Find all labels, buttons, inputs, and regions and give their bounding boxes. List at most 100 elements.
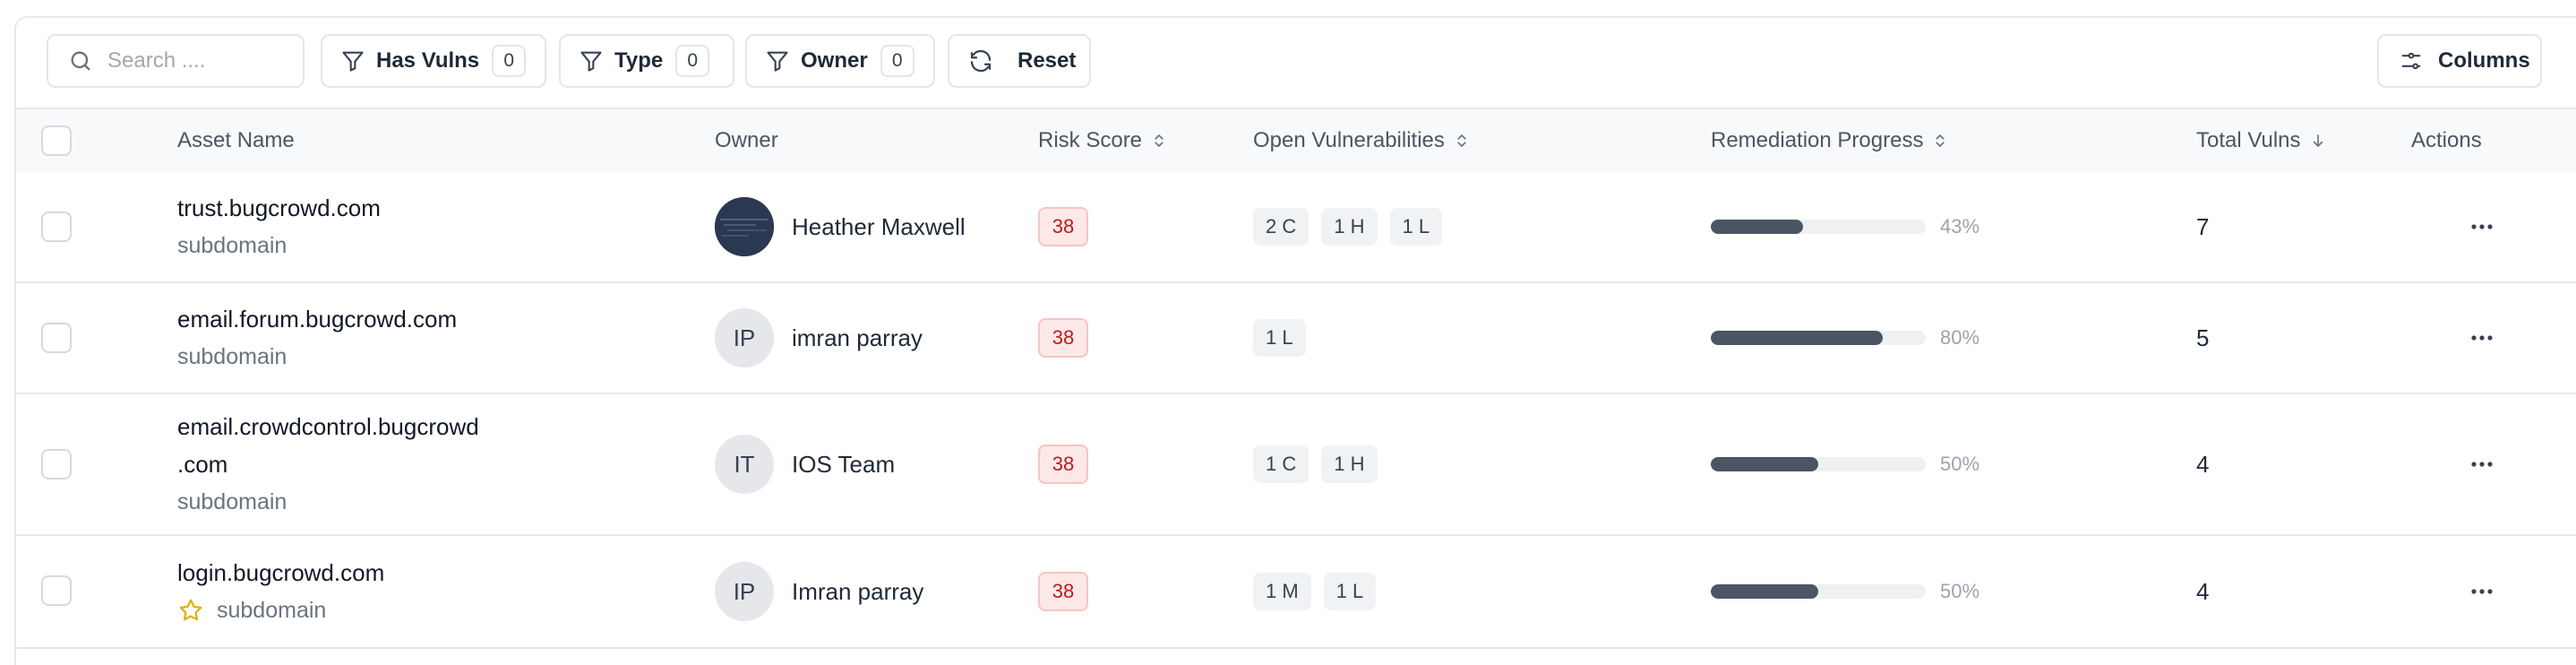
reset-button[interactable]: Reset [948, 34, 1091, 88]
owner-name: IOS Team [792, 450, 896, 478]
total-cell: 4 [2196, 394, 2209, 534]
owner-name: Imran parray [792, 577, 924, 605]
remediation-cell: 50% [1711, 394, 1979, 534]
asset-name-line: .com [177, 451, 228, 478]
sliders-icon [2401, 52, 2421, 70]
owner-cell: IP Imran parray [715, 536, 923, 647]
sort-icon[interactable] [1932, 133, 1948, 149]
asset-table-card: Has Vulns 0 Type 0 Owner 0 Reset Columns… [14, 16, 2576, 665]
owner-cell: IT IOS Team [715, 394, 895, 534]
filter-count-badge: 0 [492, 45, 527, 77]
avatar: IP [715, 308, 774, 367]
progress-label: 50% [1940, 580, 1980, 602]
vulns-cell: 2 C 1 H 1 L [1253, 172, 1455, 281]
filter-label: Has Vulns [376, 48, 480, 73]
asset-type: subdomain [177, 592, 384, 629]
owner-cell: Heather Maxwell [715, 172, 966, 281]
vuln-count-badge: 1 L [1389, 208, 1443, 246]
risk-cell: 38 [1038, 283, 1088, 393]
more-horizontal-icon[interactable] [2470, 588, 2494, 595]
progress-fill [1711, 331, 1883, 345]
owner-cell: IP imran parray [715, 283, 923, 393]
total-cell: 4 [2196, 536, 2209, 647]
row-checkbox[interactable] [41, 575, 72, 606]
progress-bar [1711, 584, 1926, 599]
sort-icon[interactable] [1151, 133, 1167, 149]
asset-type-label: subdomain [177, 233, 288, 258]
row-checkbox[interactable] [41, 212, 72, 242]
owner-name: imran parray [792, 324, 923, 351]
star-icon[interactable] [177, 597, 204, 624]
table-row[interactable]: email.crowdcontrol.bugcrowd .com subdoma… [16, 394, 2576, 536]
asset-cell: login.bugcrowd.com subdomain [177, 536, 384, 647]
search-box[interactable] [47, 34, 305, 88]
vulns-cell: 1 C 1 H [1253, 394, 1390, 534]
filter-label: Type [614, 48, 664, 73]
filter-count-badge: 0 [675, 45, 710, 77]
vuln-count-badge: 1 L [1323, 573, 1377, 610]
owner-name: Heather Maxwell [792, 212, 966, 240]
row-actions-button[interactable] [2470, 394, 2494, 534]
column-header-owner: Owner [715, 109, 778, 172]
refresh-icon [970, 49, 992, 73]
search-input[interactable] [106, 48, 288, 74]
row-checkbox[interactable] [41, 449, 72, 479]
vulns-cell: 1 L [1253, 283, 1318, 393]
risk-score-badge: 38 [1038, 572, 1088, 611]
table-row[interactable]: email.forum.bugcrowd.com subdomain IP im… [16, 283, 2576, 394]
asset-type: subdomain [177, 227, 381, 264]
risk-score-badge: 38 [1038, 318, 1088, 358]
more-horizontal-icon[interactable] [2470, 334, 2494, 341]
progress-fill [1711, 457, 1818, 471]
asset-name[interactable]: trust.bugcrowd.com [177, 189, 381, 227]
filter-label: Owner [801, 48, 868, 73]
column-header-risk-score[interactable]: Risk Score [1038, 109, 1167, 172]
risk-score-badge: 38 [1038, 207, 1088, 246]
column-header-open-vulnerabilities[interactable]: Open Vulnerabilities [1253, 109, 1470, 172]
column-header-total-vulns[interactable]: Total Vulns [2196, 109, 2326, 172]
table-toolbar: Has Vulns 0 Type 0 Owner 0 Reset Columns [16, 18, 2576, 108]
filter-icon [580, 51, 602, 72]
columns-label: Columns [2438, 48, 2530, 73]
row-actions-button[interactable] [2470, 536, 2494, 647]
progress-bar [1711, 331, 1926, 345]
column-header-actions: Actions [2411, 109, 2482, 172]
progress-fill [1711, 584, 1818, 599]
header-label: Remediation Progress [1711, 128, 1924, 152]
vuln-count-badge: 1 L [1253, 319, 1306, 357]
more-horizontal-icon[interactable] [2470, 461, 2494, 468]
risk-cell: 38 [1038, 394, 1088, 534]
vuln-count-badge: 1 C [1253, 445, 1309, 483]
row-actions-button[interactable] [2470, 283, 2494, 393]
more-horizontal-icon[interactable] [2470, 223, 2494, 230]
table-row[interactable]: trust.bugcrowd.com subdomain Heather Max… [16, 172, 2576, 283]
remediation-cell: 50% [1711, 536, 1979, 647]
asset-name[interactable]: login.bugcrowd.com [177, 554, 384, 592]
asset-name[interactable]: email.crowdcontrol.bugcrowd .com [177, 408, 479, 483]
asset-type: subdomain [177, 483, 479, 521]
table-header: Asset Name Owner Risk Score Open Vulnera… [16, 108, 2576, 174]
row-actions-button[interactable] [2470, 172, 2494, 281]
asset-name[interactable]: email.forum.bugcrowd.com [177, 300, 457, 338]
asset-cell: trust.bugcrowd.com subdomain [177, 172, 381, 281]
columns-button[interactable]: Columns [2377, 34, 2542, 88]
select-all-checkbox[interactable] [41, 125, 72, 156]
total-vulns: 4 [2196, 577, 2210, 605]
table-row[interactable]: login.bugcrowd.com subdomain IP Imran pa… [16, 536, 2576, 649]
progress-label: 50% [1940, 453, 1980, 475]
total-vulns: 7 [2196, 212, 2210, 240]
filter-owner-button[interactable]: Owner 0 [745, 34, 935, 88]
column-header-remediation-progress[interactable]: Remediation Progress [1711, 109, 1948, 172]
asset-cell: email.forum.bugcrowd.com subdomain [177, 283, 457, 393]
row-checkbox[interactable] [41, 323, 72, 353]
sort-icon[interactable] [1454, 133, 1470, 149]
arrow-down-icon[interactable] [2310, 133, 2326, 149]
filter-icon [342, 51, 364, 72]
progress-label: 43% [1940, 215, 1980, 238]
header-label: Total Vulns [2196, 128, 2301, 152]
remediation-cell: 43% [1711, 172, 1979, 281]
vuln-count-badge: 2 C [1253, 208, 1309, 246]
filter-type-button[interactable]: Type 0 [559, 34, 734, 88]
risk-cell: 38 [1038, 172, 1088, 281]
filter-has-vulns-button[interactable]: Has Vulns 0 [321, 34, 546, 88]
